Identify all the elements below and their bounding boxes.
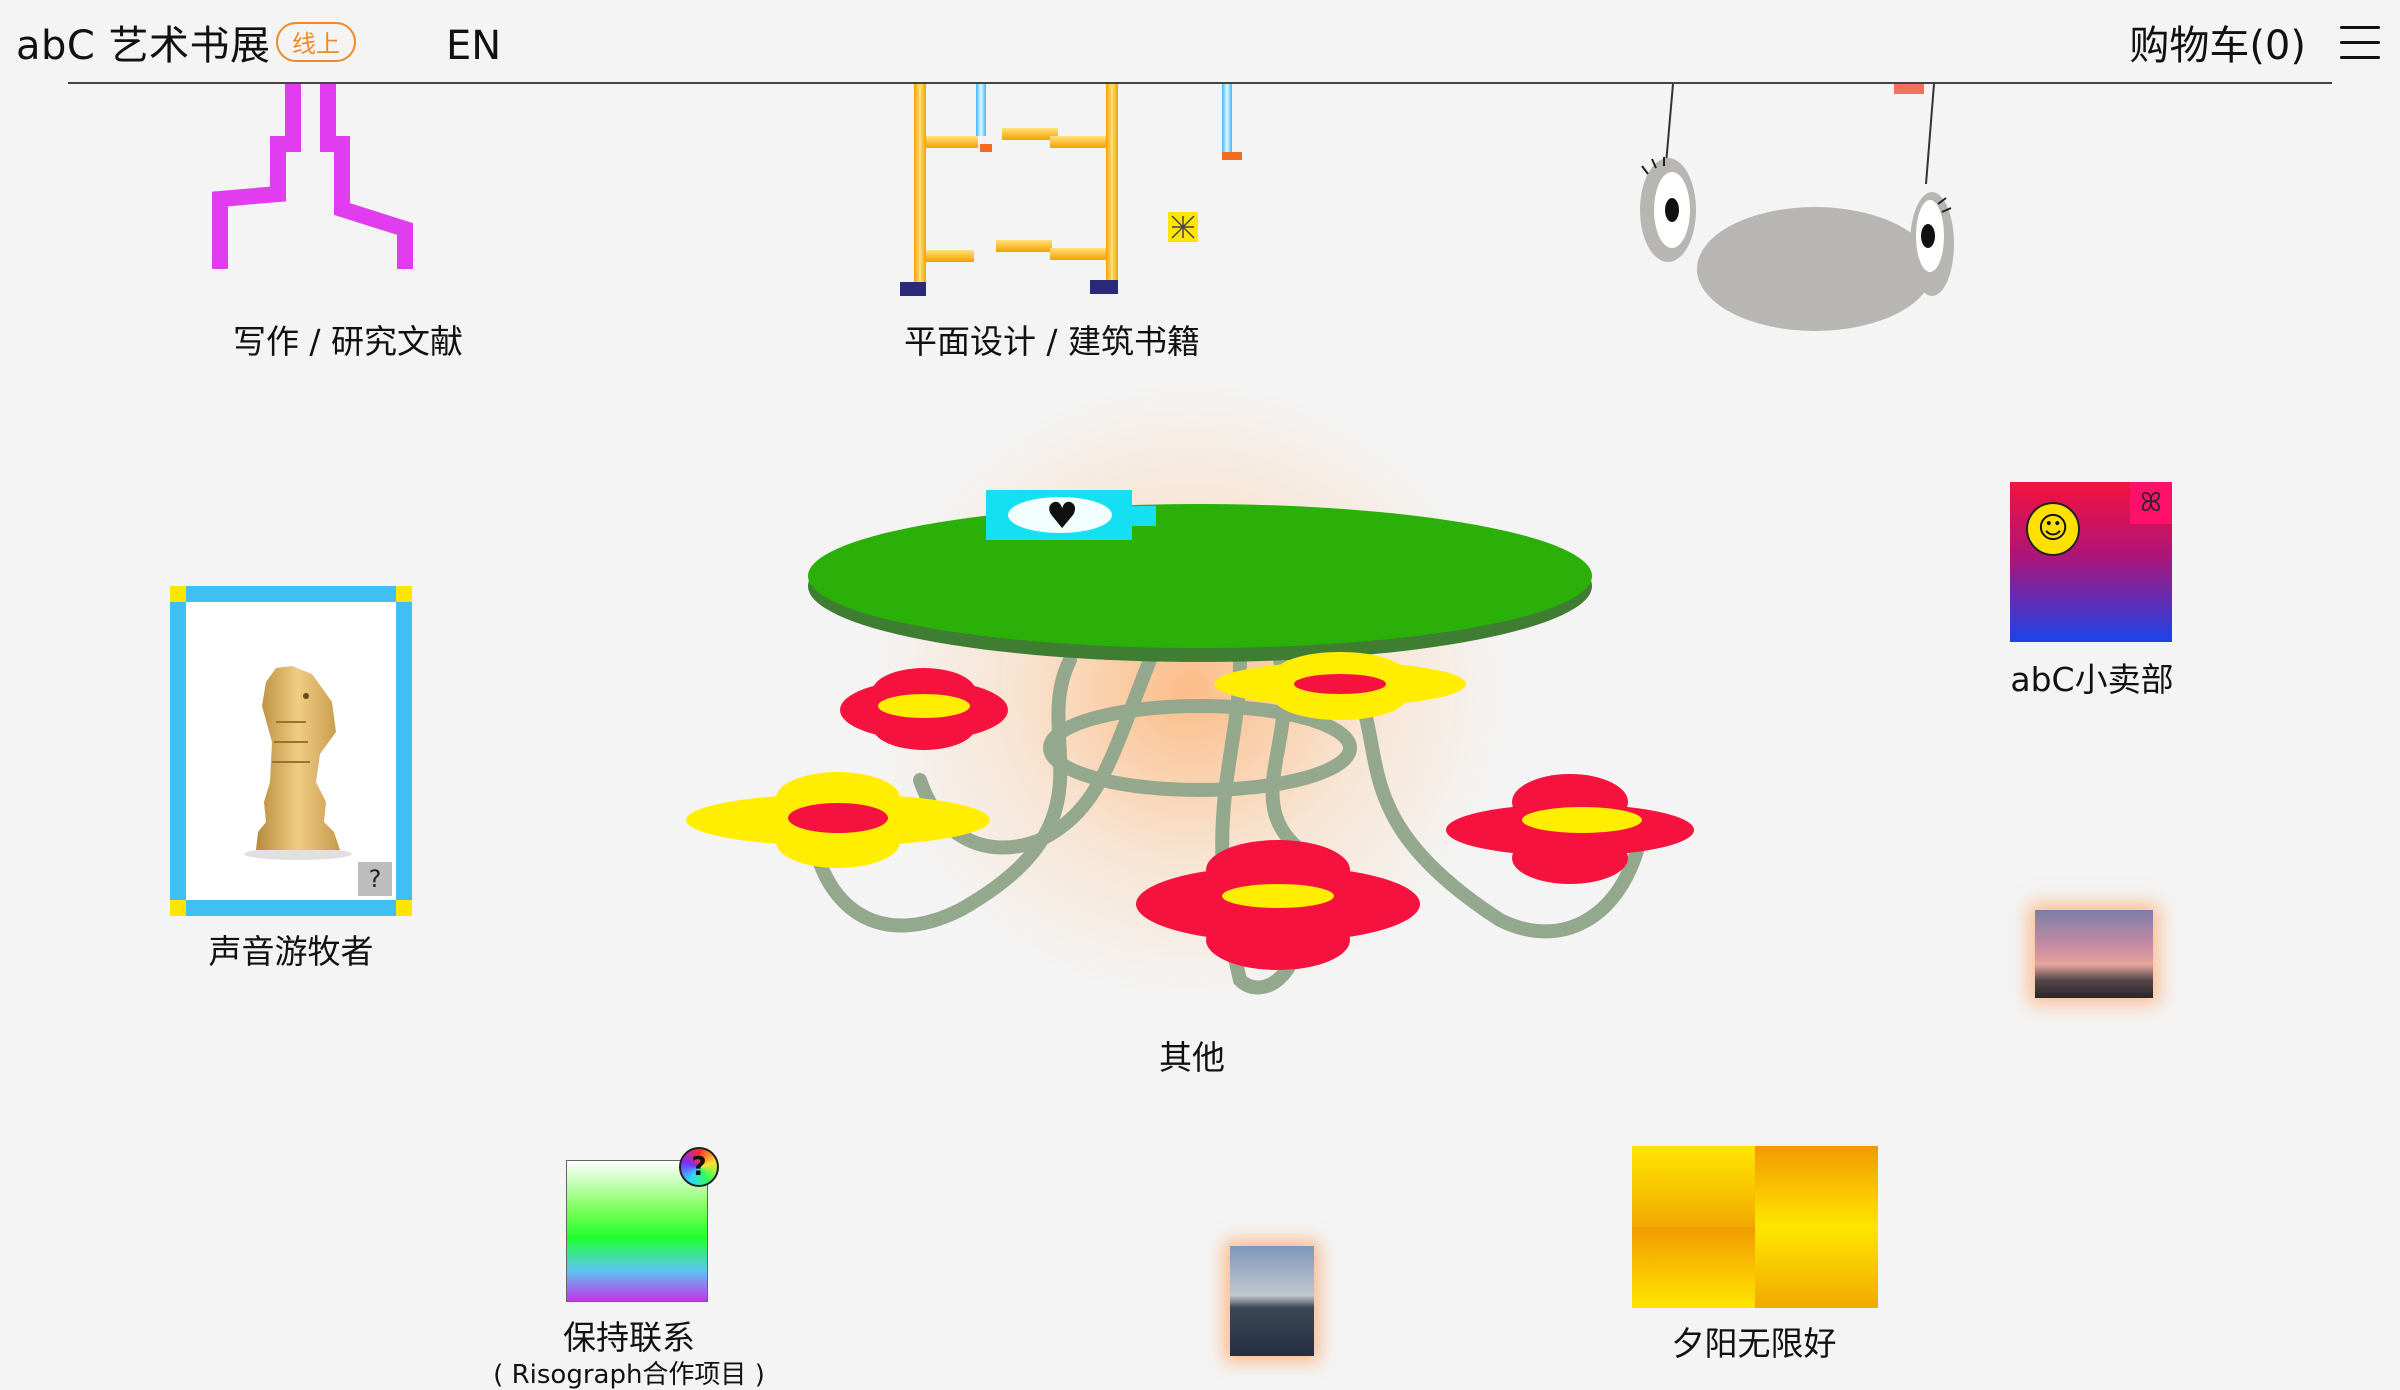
language-switch[interactable]: EN: [446, 18, 501, 74]
category-keep-label[interactable]: 保持联系: [563, 1316, 695, 1360]
writing-sculpture-icon[interactable]: [200, 84, 440, 274]
online-badge: 线上: [276, 22, 356, 62]
swing-creature-icon[interactable]: [1620, 84, 1980, 344]
sunset-gold-card[interactable]: [1632, 1146, 1878, 1308]
butterfly-icon: ꕤ: [2130, 482, 2172, 524]
category-sunset-label[interactable]: 夕阳无限好: [1672, 1322, 1837, 1366]
sunset-photo-thumbnail[interactable]: [2035, 910, 2153, 998]
help-badge[interactable]: ?: [679, 1147, 719, 1187]
sound-nomad-card[interactable]: ?: [170, 586, 412, 916]
hamburger-menu-icon[interactable]: [2340, 26, 2380, 60]
flower-right: [1446, 774, 1694, 884]
flower-bottom: [1136, 840, 1420, 970]
chess-knight-icon: [244, 666, 352, 860]
smiley-icon: ☺: [2026, 502, 2080, 556]
category-other-label[interactable]: 其他: [1159, 1036, 1225, 1080]
flower-left-top: [840, 668, 1008, 750]
category-sound-label[interactable]: 声音游牧者: [209, 930, 374, 974]
cart-button[interactable]: 购物车(0): [2129, 18, 2306, 74]
shop-card[interactable]: ☺ ꕤ: [2010, 482, 2172, 642]
flower-left: [686, 772, 990, 868]
category-writing-label[interactable]: 写作 / 研究文献: [233, 320, 463, 364]
svg-text:♥: ♥: [1046, 496, 1078, 537]
help-badge[interactable]: ?: [358, 862, 392, 896]
keep-in-touch-card[interactable]: ?: [566, 1147, 719, 1302]
category-graphic-label[interactable]: 平面设计 / 建筑书籍: [904, 320, 1200, 364]
lake-photo-thumbnail[interactable]: [1230, 1246, 1314, 1356]
site-logo[interactable]: abC 艺术书展: [16, 18, 271, 74]
table-flower-sculpture[interactable]: ♥: [680, 480, 1700, 1020]
graphic-ladder-icon[interactable]: [890, 84, 1250, 304]
category-shop-label[interactable]: abC小卖部: [2010, 658, 2173, 702]
top-navigation-bar: abC 艺术书展 线上 EN 购物车(0): [0, 0, 2400, 84]
